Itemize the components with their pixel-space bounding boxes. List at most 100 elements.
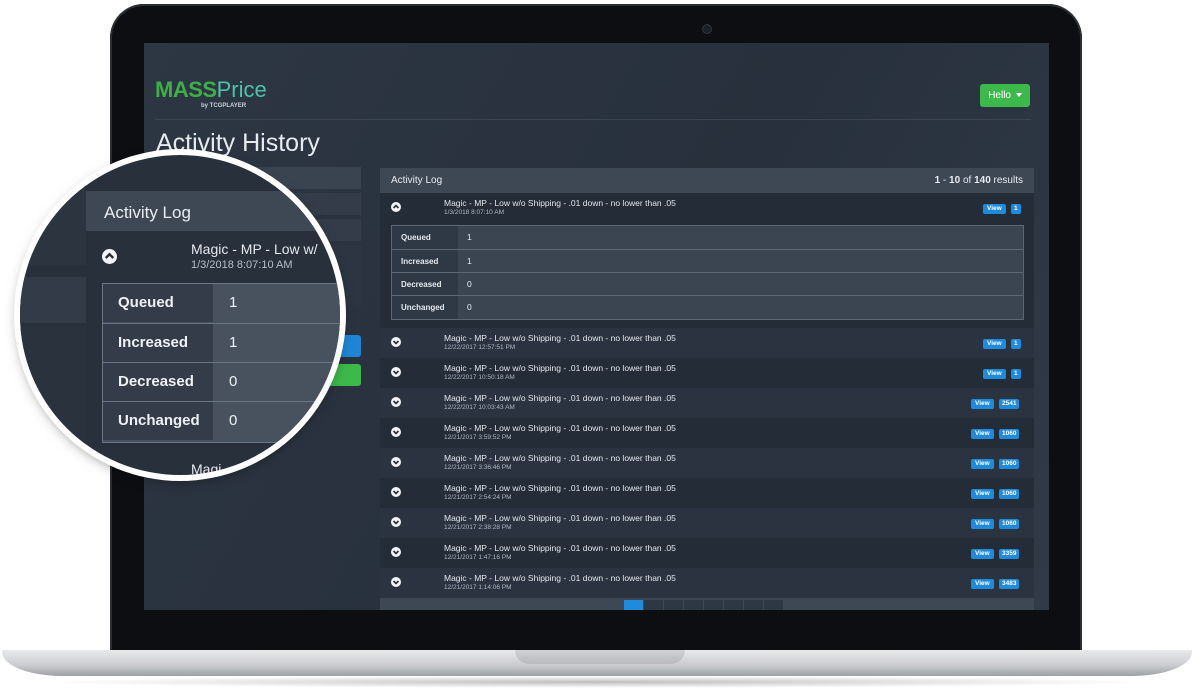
entry-date: 12/21/2017 1:47:16 PM [444,554,512,561]
magnifier-stats-table: Queued 1 Increased 1 Decreased 0 Unchang… [102,283,340,443]
chevron-down-icon[interactable] [391,427,401,437]
chevron-up-icon [102,249,117,264]
activity-entry[interactable]: Magic - MP - Low w/o Shipping - .01 down… [380,538,1034,568]
entry-date: 12/22/2017 10:03:43 AM [444,404,515,411]
view-button[interactable]: View [983,339,1006,349]
view-button[interactable]: View [971,489,994,499]
magnifier-strip [20,277,86,323]
caret-down-icon [1015,93,1022,98]
chevron-down-icon[interactable] [391,487,401,497]
entry-name: Magic - MP - Low w/o Shipping - .01 down… [444,333,676,343]
entry-date: 12/21/2017 3:36:46 PM [444,464,512,471]
entry-name: Magic - MP - Low w/o Shipping - .01 down… [444,363,676,373]
stat-row: Queued 1 [392,226,1023,249]
activity-entry[interactable]: Magic - MP - Low w/o Shipping - .01 down… [380,448,1034,478]
magnifier-stat-row: Queued 1 [103,284,340,322]
entry-date: 12/22/2017 12:57:51 PM [444,344,516,351]
entry-date: 12/21/2017 2:38:28 PM [444,524,512,531]
magnifier-title: Activity Log [104,203,191,222]
activity-entry[interactable]: Magic - MP - Low w/o Shipping - .01 down… [380,358,1034,388]
page-button[interactable] [684,600,703,610]
magnifier-stat-value: 0 [229,412,238,429]
stat-row: Increased 1 [392,249,1023,273]
results-of: of [960,175,975,186]
chevron-down-icon[interactable] [391,547,401,557]
magnifier-entry-name: Magic - MP - Low w/ [191,241,318,257]
results-count: 1 - 10 of 140 results [935,175,1023,186]
results-sep: - [940,175,950,186]
chevron-down-icon[interactable] [391,367,401,377]
camera-icon [702,24,712,34]
entry-name: Magic - MP - Low w/o Shipping - .01 down… [444,453,676,463]
view-button[interactable]: View [983,369,1006,379]
results-range-end: 10 [949,175,961,186]
page-button[interactable] [664,600,683,610]
view-button[interactable]: View [971,519,994,529]
magnifier-stat-row: Unchanged 0 [103,401,340,440]
entry-date: 1/3/2018 8:07:10 AM [444,209,504,216]
magnifier-entry-date: 1/3/2018 8:07:10 AM [191,259,293,271]
page-button[interactable] [704,600,723,610]
entry-stats-table: Queued 1 Increased 1 Decreased 0 Unchang… [391,225,1024,320]
logo-mass: MASS [155,77,217,102]
view-button[interactable]: View [971,429,994,439]
entry-name: Magic - MP - Low w/o Shipping - .01 down… [444,423,676,433]
activity-entry[interactable]: Magic - MP - Low w/o Shipping - .01 down… [380,568,1034,598]
view-button[interactable]: View [971,549,994,559]
chevron-up-icon[interactable] [391,202,401,212]
activity-entry[interactable]: Magic - MP - Low w/o Shipping - .01 down… [380,328,1034,358]
entry-name: Magic - MP - Low w/o Shipping - .01 down… [444,573,676,583]
stat-value: 1 [467,232,472,242]
page-button[interactable] [644,600,663,610]
activity-entry[interactable]: Magic - MP - Low w/o Shipping - .01 down… [380,478,1034,508]
magnifier-stat-value: 1 [229,294,238,311]
count-badge: 1 [1011,369,1021,379]
stat-row: Decreased 0 [392,272,1023,296]
hello-dropdown-button[interactable]: Hello [980,84,1030,107]
activity-entry[interactable]: Magic - MP - Low w/o Shipping - .01 down… [380,388,1034,418]
page-button-active[interactable] [624,600,643,610]
entry-date: 12/21/2017 1:14:06 PM [444,584,512,591]
results-total: 140 [974,175,991,186]
entry-date: 12/22/2017 10:50:18 AM [444,374,515,381]
activity-entry[interactable]: Magic - MP - Low w/o Shipping - .01 down… [380,508,1034,538]
logo: MASSPrice by TCGPLAYER [155,77,267,109]
activity-entry[interactable]: Magic - MP - Low w/o Shipping - .01 down… [380,193,1034,223]
logo-price: Price [216,77,267,102]
magnifier-strip [20,155,86,265]
magnifier-content: Activity Log Magic - MP - Low w/ 1/3/201… [20,155,340,475]
activity-log-title: Activity Log [391,175,443,186]
chevron-down-icon[interactable] [391,397,401,407]
page-button[interactable] [724,600,743,610]
hello-label: Hello [988,90,1011,101]
chevron-down-icon[interactable] [391,337,401,347]
chevron-down-icon[interactable] [391,457,401,467]
chevron-down-icon[interactable] [391,517,401,527]
entry-date: 12/21/2017 2:54:24 PM [444,494,512,501]
magnifier-stat-label: Queued [103,284,213,322]
magnifier-strip [20,327,86,475]
count-badge: 1060 [999,519,1020,529]
view-button[interactable]: View [971,399,994,409]
page-title: Activity History [156,129,320,157]
entry-name: Magic - MP - Low w/o Shipping - .01 down… [444,198,676,208]
chevron-down-icon[interactable] [391,577,401,587]
laptop-shadow [40,676,1152,688]
count-badge: 1060 [999,459,1020,469]
view-button[interactable]: View [971,579,994,589]
logo-byline: by TCGPLAYER [201,103,247,109]
magnifier-stat-label: Decreased [103,363,213,401]
view-button[interactable]: View [971,459,994,469]
count-badge: 1060 [999,489,1020,499]
stat-row: Unchanged 0 [392,295,1023,319]
header-divider [155,119,1031,120]
page-button[interactable] [764,600,783,610]
entry-name: Magic - MP - Low w/o Shipping - .01 down… [444,483,676,493]
count-badge: 3483 [999,579,1020,589]
entry-name: Magic - MP - Low w/o Shipping - .01 down… [444,393,676,403]
results-suffix: results [990,175,1023,186]
view-button[interactable]: View [983,204,1006,214]
activity-entry[interactable]: Magic - MP - Low w/o Shipping - .01 down… [380,418,1034,448]
page-button[interactable] [744,600,763,610]
entry-name: Magic - MP - Low w/o Shipping - .01 down… [444,513,676,523]
